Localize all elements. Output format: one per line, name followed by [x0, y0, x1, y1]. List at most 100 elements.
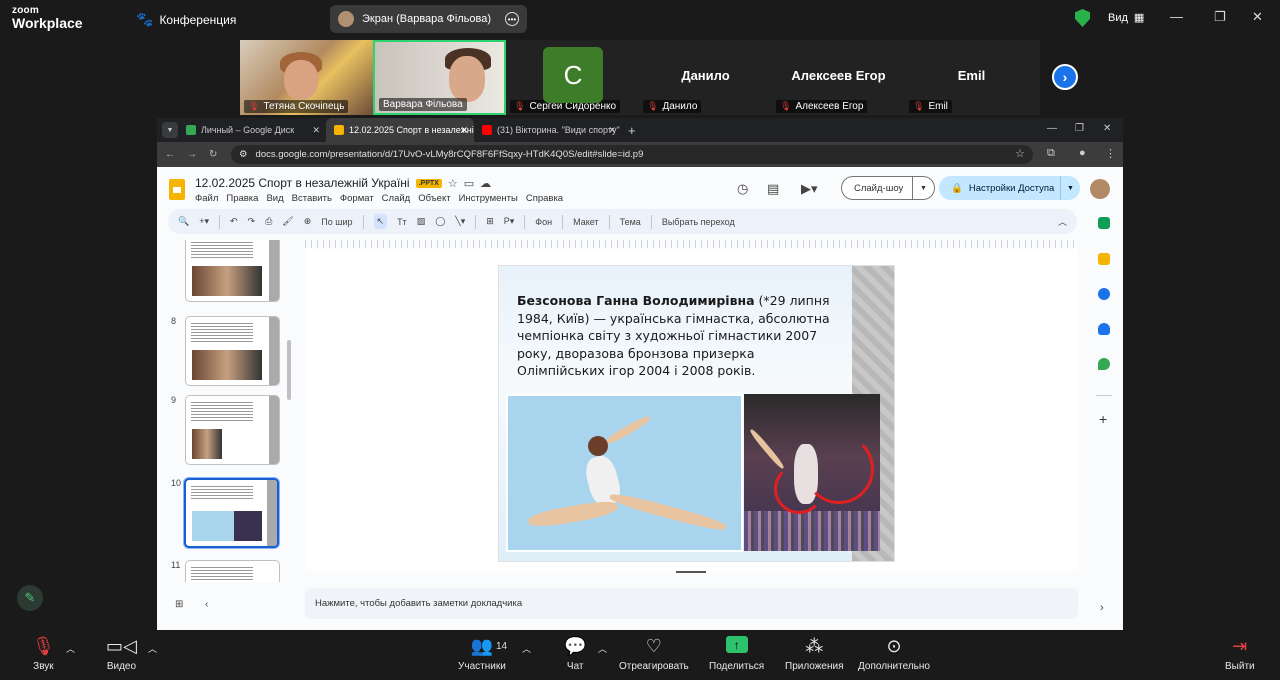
undo-icon[interactable]: ↶ — [230, 216, 238, 227]
chevron-up-icon[interactable]: ︿ — [1058, 215, 1067, 228]
new-tab-icon[interactable]: + — [628, 123, 636, 138]
grid-view-icon[interactable]: ⊞ — [175, 599, 183, 610]
history-icon[interactable]: ◷ — [737, 181, 748, 197]
chevron-up-icon[interactable]: ︿ — [148, 642, 157, 655]
filmstrip-scrollbar[interactable] — [287, 340, 291, 400]
leave-button[interactable]: ⇥ Выйти — [1225, 636, 1255, 672]
menu-format[interactable]: Формат — [340, 193, 374, 204]
redo-icon[interactable]: ↷ — [248, 216, 256, 227]
participant-tile[interactable]: Алексеев Егор 🎙 Алексеев Егор — [772, 40, 905, 115]
comments-icon[interactable]: ▤ — [767, 181, 779, 197]
resize-handle[interactable] — [676, 571, 706, 573]
browser-tab-active[interactable]: 12.02.2025 Спорт в незалежній ✕ — [326, 118, 474, 142]
menu-icon[interactable]: ⋮ — [1105, 147, 1116, 160]
menu-file[interactable]: Файл — [195, 193, 218, 204]
audio-button[interactable]: 🎙 Звук — [32, 636, 55, 672]
menu-object[interactable]: Объект — [418, 193, 450, 204]
video-button[interactable]: ▭◁ Видео — [106, 636, 137, 672]
menu-tools[interactable]: Инструменты — [459, 193, 518, 204]
image-icon[interactable]: ▨ — [417, 216, 426, 227]
participant-tile[interactable]: 🎙 Тетяна Скочіпець — [240, 40, 373, 115]
chevron-up-icon[interactable]: ︿ — [598, 642, 607, 655]
new-slide-icon[interactable]: +▾ — [199, 216, 209, 227]
share-button[interactable]: 🔒 Настройки Доступа ▼ — [939, 176, 1080, 200]
meet-video-icon[interactable]: ▶▾ — [801, 181, 818, 197]
line-icon[interactable]: ╲▾ — [455, 216, 465, 227]
more-button[interactable]: ⊙ Дополнительно — [858, 636, 930, 672]
contacts-icon[interactable] — [1098, 323, 1110, 335]
participant-tile[interactable]: Emil 🎙 Emil — [905, 40, 1038, 115]
layout-button[interactable]: Макет — [573, 217, 598, 227]
menu-help[interactable]: Справка — [526, 193, 563, 204]
restore-icon[interactable]: ❐ — [1214, 9, 1226, 25]
menu-view[interactable]: Вид — [266, 193, 283, 204]
sheets-icon[interactable] — [1098, 217, 1110, 229]
close-tab-icon[interactable]: ✕ — [312, 125, 320, 136]
tab-search-icon[interactable]: ▼ — [162, 122, 178, 138]
zoom-icon[interactable]: ⊕ — [304, 216, 312, 227]
text-box-icon[interactable]: Tт — [397, 217, 407, 227]
minimize-icon[interactable]: — — [1170, 9, 1183, 24]
minimize-icon[interactable]: — — [1047, 123, 1057, 134]
browser-tab[interactable]: Личный – Google Диск ✕ — [178, 118, 326, 142]
chat-button[interactable]: 💬 Чат — [564, 636, 586, 672]
profile-icon[interactable]: ● — [1079, 147, 1086, 159]
share-screen-button[interactable]: ↑ Поделиться — [709, 636, 764, 672]
gymnast-photo-2[interactable] — [744, 394, 880, 551]
chevron-down-icon[interactable]: ▼ — [1060, 176, 1080, 200]
extensions-icon[interactable]: ⧉ — [1047, 147, 1055, 160]
chevron-left-icon[interactable]: ‹ — [205, 599, 208, 610]
restore-icon[interactable]: ❐ — [1075, 123, 1084, 134]
forward-icon[interactable]: → — [187, 149, 197, 160]
avatar[interactable] — [1090, 179, 1110, 199]
cloud-status-icon[interactable]: ☁ — [480, 177, 491, 190]
slide-text-box[interactable]: Безсонова Ганна Володимирівна (*29 липня… — [517, 292, 842, 380]
view-button[interactable]: Вид ▦ — [1108, 11, 1144, 25]
select-tool-icon[interactable]: ↖ — [373, 214, 388, 229]
theme-button[interactable]: Тема — [620, 217, 641, 227]
menu-insert[interactable]: Вставить — [292, 193, 332, 204]
site-info-icon[interactable]: ⚙ — [239, 149, 248, 160]
more-options-icon[interactable]: ••• — [505, 12, 519, 26]
print-icon[interactable]: ⎙ — [265, 216, 272, 227]
menu-edit[interactable]: Правка — [226, 193, 258, 204]
pen-icon[interactable]: P▾ — [504, 216, 515, 227]
back-icon[interactable]: ← — [165, 149, 175, 160]
meeting-info-button[interactable]: 🐾 Конференция — [136, 11, 236, 28]
apps-button[interactable]: ⁂ Приложения — [785, 636, 844, 672]
close-icon[interactable]: ✕ — [1252, 9, 1263, 25]
transition-button[interactable]: Выбрать переход — [662, 217, 735, 227]
address-bar[interactable]: ⚙ docs.google.com/presentation/d/17UvO-v… — [231, 145, 1033, 164]
shield-icon[interactable] — [1075, 9, 1090, 27]
close-tab-icon[interactable]: ✕ — [460, 125, 468, 136]
gymnast-photo-1[interactable] — [506, 394, 743, 552]
move-folder-icon[interactable]: ▭ — [464, 177, 474, 190]
slides-logo-icon[interactable] — [169, 179, 185, 200]
react-button[interactable]: ♡ Отреагировать — [619, 636, 689, 672]
close-icon[interactable]: ✕ — [1103, 123, 1111, 134]
slideshow-button[interactable]: Слайд-шоу ▼ — [841, 176, 935, 200]
expand-panel-icon[interactable]: › — [1100, 602, 1104, 614]
paint-format-icon[interactable]: 🖌 — [282, 216, 293, 227]
background-button[interactable]: Фон — [535, 217, 552, 227]
chevron-down-icon[interactable]: ▼ — [912, 177, 934, 199]
next-page-arrow-icon[interactable]: › — [1052, 64, 1078, 90]
screen-share-pill[interactable]: Экран (Варвара Фільова) ••• — [330, 5, 527, 33]
participant-tile[interactable]: Данило 🎙 Данило — [639, 40, 772, 115]
reload-icon[interactable]: ↻ — [209, 149, 217, 160]
close-tab-icon[interactable]: ✕ — [608, 125, 616, 136]
menu-slide[interactable]: Слайд — [382, 193, 411, 204]
keep-icon[interactable] — [1098, 253, 1110, 265]
star-icon[interactable]: ☆ — [448, 177, 458, 190]
slide-canvas[interactable]: Безсонова Ганна Володимирівна (*29 липня… — [305, 249, 1078, 573]
search-icon[interactable]: 🔍 — [178, 216, 189, 227]
shape-icon[interactable]: ◯ — [435, 216, 445, 227]
chevron-up-icon[interactable]: ︿ — [66, 642, 75, 655]
document-title[interactable]: 12.02.2025 Спорт в незалежній Україні — [195, 176, 410, 190]
current-slide[interactable]: Безсонова Ганна Володимирівна (*29 липня… — [498, 265, 895, 562]
browser-tab[interactable]: (31) Вікторина. "Види спорту" ✕ — [474, 118, 622, 142]
speaker-notes[interactable]: Нажмите, чтобы добавить заметки докладчи… — [305, 588, 1078, 619]
chevron-up-icon[interactable]: ︿ — [522, 642, 531, 655]
zoom-select[interactable]: По шир — [321, 217, 352, 227]
comment-add-icon[interactable]: ⊞ — [486, 216, 494, 227]
